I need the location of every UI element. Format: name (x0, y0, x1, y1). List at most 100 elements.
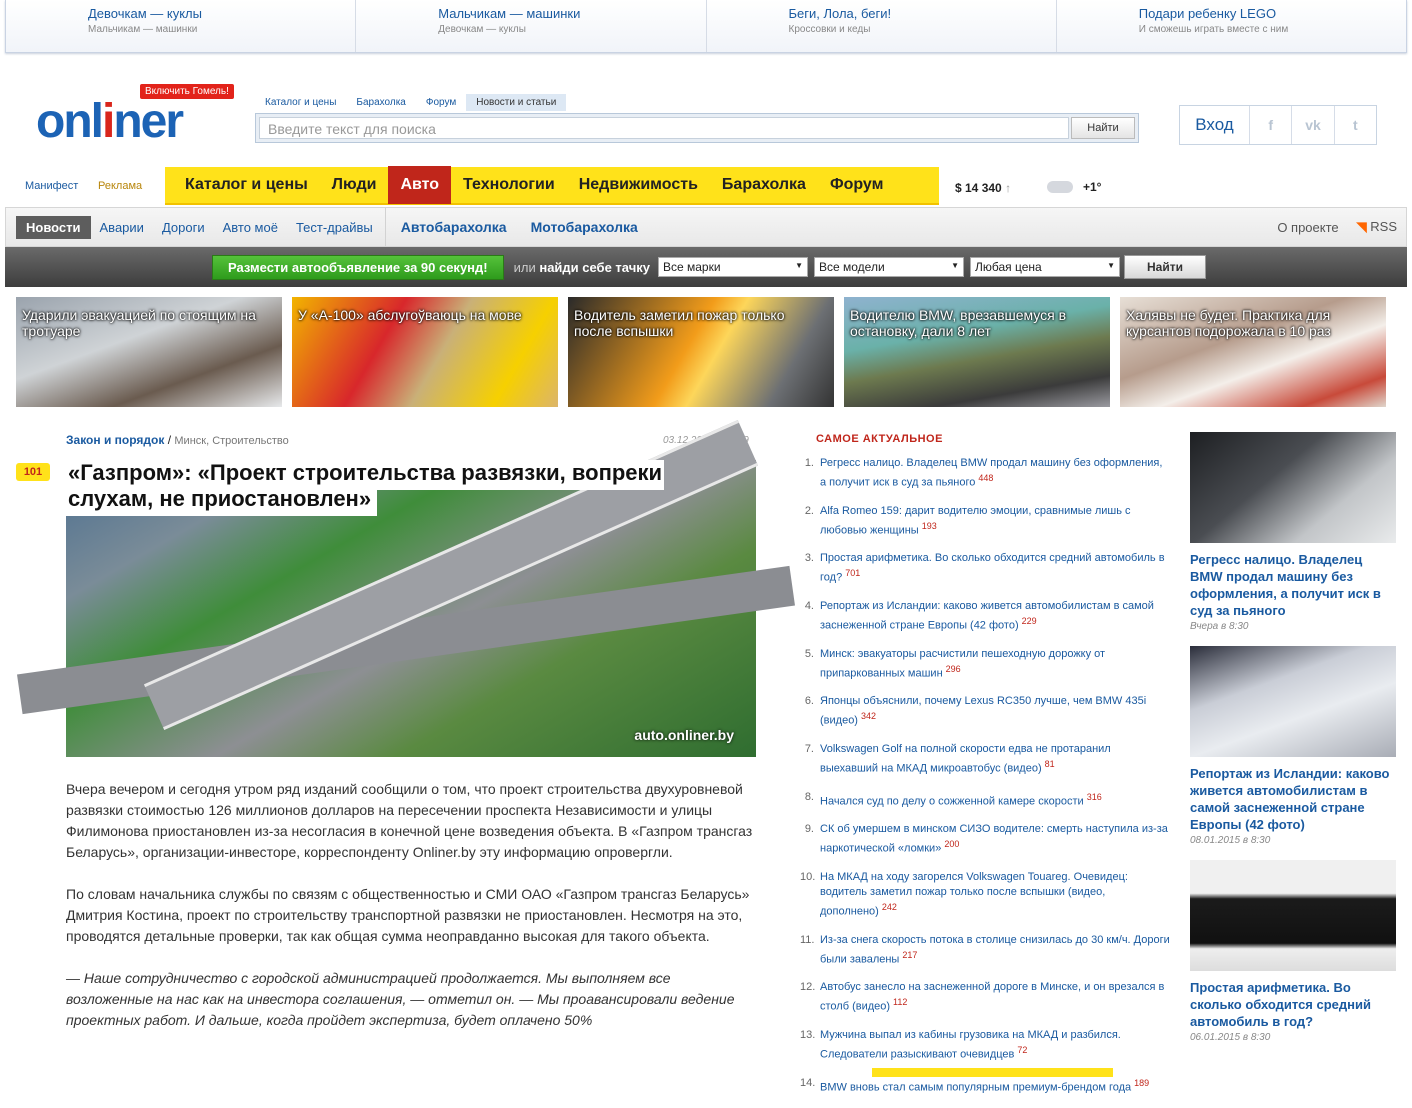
search-tab[interactable]: Каталог и цены (255, 94, 346, 111)
manifest-link[interactable]: Манифест (25, 180, 78, 192)
item-number: 8. (804, 790, 814, 803)
news-tile[interactable]: Халявы не будет. Практика для курсантов … (1120, 297, 1386, 407)
list-item[interactable]: 2. Alfa Romeo 159: дарит водителю эмоции,… (800, 504, 1170, 539)
subnav-item[interactable]: Авто моё (214, 220, 287, 235)
top-news-heading: САМОЕ АКТУАЛЬНОЕ (816, 433, 943, 445)
list-item[interactable]: 10. На МКАД на ходу загорелся Volkswagen … (800, 870, 1170, 920)
vk-icon[interactable]: vk (1292, 106, 1335, 144)
comments-count-badge[interactable]: 101 (16, 463, 50, 481)
rubric-link[interactable]: Закон и порядок (66, 433, 164, 447)
item-number: 1. (804, 457, 814, 469)
list-item[interactable]: 5. Минск: эвакуаторы расчистили пешеходну… (800, 647, 1170, 682)
item-link[interactable]: BMW вновь стал самым популярным премиум-… (820, 1076, 1149, 1096)
list-item[interactable]: 8. Начался суд по делу о сожженной камере… (800, 790, 1170, 810)
brand-select[interactable]: Все марки (658, 257, 808, 277)
promo-title[interactable]: Беги, Лола, беги! (789, 6, 1056, 21)
promo-item[interactable]: Беги, Лола, беги! Кроссовки и кеды (707, 0, 1057, 52)
comment-count: 193 (921, 520, 937, 531)
list-item[interactable]: 3. Простая арифметика. Во сколько обходит… (800, 551, 1170, 586)
item-link[interactable]: Alfa Romeo 159: дарит водителю эмоции, с… (820, 504, 1170, 539)
search-input[interactable]: Введите текст для поиска (259, 117, 1069, 139)
item-number: 3. (804, 552, 814, 565)
featured-title[interactable]: Регресс налицо. Владелец BMW продал маши… (1190, 551, 1396, 619)
promo-title[interactable]: Мальчикам — машинки (438, 6, 705, 21)
facebook-icon[interactable]: f (1250, 106, 1293, 144)
item-link[interactable]: Мужчина выпал из кабины грузовика на МКА… (820, 1028, 1170, 1063)
nav-item[interactable]: Каталог и цены (173, 166, 320, 204)
item-link[interactable]: Начался суд по делу о сожженной камере с… (820, 790, 1102, 810)
article-body: Вчера вечером и сегодня утром ряд издани… (66, 779, 756, 1052)
news-tile[interactable]: Ударили эвакуацией по стоящим на тротуар… (16, 297, 282, 407)
news-tile[interactable]: Водителю BMW, врезавшемуся в остановку, … (844, 297, 1110, 407)
nav-item[interactable]: Люди (320, 166, 389, 204)
login-button[interactable]: Вход (1180, 106, 1250, 144)
item-link[interactable]: На МКАД на ходу загорелся Volkswagen Tou… (820, 870, 1170, 920)
list-item[interactable]: 13. Мужчина выпал из кабины грузовика на … (800, 1028, 1170, 1063)
comment-count: 217 (902, 949, 918, 960)
item-link[interactable]: Volkswagen Golf на полной скорости едва … (820, 742, 1170, 777)
nav-item[interactable]: Технологии (451, 166, 567, 204)
site-logo[interactable]: onliner (36, 98, 184, 146)
city-badge[interactable]: Включить Гомель! (140, 84, 234, 99)
find-car-button[interactable]: Найти (1124, 255, 1206, 279)
twitter-icon[interactable]: t (1335, 106, 1376, 144)
news-tile[interactable]: У «А-100» абслугоўваюць на мове (292, 297, 558, 407)
item-link[interactable]: Репортаж из Исландии: каково живется авт… (820, 599, 1170, 634)
item-link[interactable]: Регресс налицо. Владелец BMW продал маши… (820, 456, 1170, 491)
ads-link[interactable]: Реклама (98, 180, 142, 192)
featured-image[interactable] (1190, 646, 1396, 757)
price-select[interactable]: Любая цена (970, 257, 1120, 277)
subnav-motobaraholka[interactable]: Мотобарахолка (519, 219, 650, 235)
article-tags[interactable]: Минск, Строительство (174, 435, 288, 447)
list-item[interactable]: 14. BMW вновь стал самым популярным преми… (800, 1076, 1170, 1096)
rss-link[interactable]: ◥ RSS (1348, 219, 1406, 235)
nav-item[interactable]: Форум (818, 166, 896, 204)
weather-widget[interactable]: +1° (1047, 180, 1101, 194)
featured-title[interactable]: Репортаж из Исландии: каково живется авт… (1190, 765, 1396, 833)
promo-title[interactable]: Девочкам — куклы (88, 6, 355, 21)
item-number: 6. (804, 695, 814, 708)
list-item[interactable]: 1. Регресс налицо. Владелец BMW продал ма… (800, 456, 1170, 491)
promo-item[interactable]: Подари ребенку LEGO И сможешь играть вме… (1057, 0, 1406, 52)
list-item[interactable]: 7. Volkswagen Golf на полной скорости едв… (800, 742, 1170, 777)
search-button[interactable]: Найти (1071, 117, 1135, 139)
subnav-item[interactable]: Тест-драйвы (287, 220, 382, 235)
featured-image[interactable] (1190, 432, 1396, 543)
item-link[interactable]: СК об умершем в минском СИЗО водителе: с… (820, 822, 1170, 857)
list-item[interactable]: 11. Из-за снега скорость потока в столице… (800, 933, 1170, 968)
subnav-item[interactable]: Дороги (153, 220, 214, 235)
list-item[interactable]: 12. Автобус занесло на заснеженной дороге… (800, 980, 1170, 1015)
item-link[interactable]: Простая арифметика. Во сколько обходится… (820, 551, 1170, 586)
list-item[interactable]: 4. Репортаж из Исландии: каково живется а… (800, 599, 1170, 634)
search-tab[interactable]: Барахолка (346, 94, 415, 111)
list-item[interactable]: 9. СК об умершем в минском СИЗО водителе:… (800, 822, 1170, 857)
promo-item[interactable]: Мальчикам — машинки Девочкам — куклы (356, 0, 707, 52)
nav-item-active[interactable]: Авто (388, 166, 452, 204)
list-item[interactable]: 6. Японцы объяснили, почему Lexus RC350 л… (800, 694, 1170, 729)
featured-image[interactable] (1190, 860, 1396, 971)
item-link[interactable]: Японцы объяснили, почему Lexus RC350 луч… (820, 694, 1170, 729)
item-number: 12. (800, 981, 816, 994)
nav-item[interactable]: Недвижимость (567, 166, 710, 204)
item-link[interactable]: Минск: эвакуаторы расчистили пешеходную … (820, 647, 1170, 682)
search-tab[interactable]: Форум (416, 94, 466, 111)
subnav-item-news[interactable]: Новости (16, 215, 91, 239)
about-link[interactable]: О проекте (1268, 220, 1347, 235)
search-tab-active[interactable]: Новости и статьи (466, 94, 567, 111)
promo-item[interactable]: Девочкам — куклы Мальчикам — машинки (6, 0, 357, 52)
item-link[interactable]: Автобус занесло на заснеженной дороге в … (820, 980, 1170, 1015)
subnav-autobaraholka[interactable]: Автобарахолка (389, 219, 519, 235)
promo-subtitle: Девочкам — куклы (438, 24, 526, 35)
item-link[interactable]: Из-за снега скорость потока в столице сн… (820, 933, 1170, 968)
post-ad-button[interactable]: Размести автообъявление за 90 секунд! (212, 254, 504, 280)
news-tile[interactable]: Водитель заметил пожар только после вспы… (568, 297, 834, 407)
promo-title[interactable]: Подари ребенку LEGO (1139, 6, 1406, 21)
featured-title[interactable]: Простая арифметика. Во сколько обходится… (1190, 979, 1396, 1030)
currency-rate[interactable]: $ 14 340 ↑ (955, 181, 1011, 195)
item-title: Минск: эвакуаторы расчистили пешеходную … (820, 647, 1106, 680)
comment-count: 200 (944, 839, 960, 850)
nav-item[interactable]: Барахолка (710, 166, 818, 204)
model-select[interactable]: Все модели (814, 257, 964, 277)
yellow-banner[interactable] (872, 1068, 1113, 1077)
subnav-item[interactable]: Аварии (91, 220, 153, 235)
